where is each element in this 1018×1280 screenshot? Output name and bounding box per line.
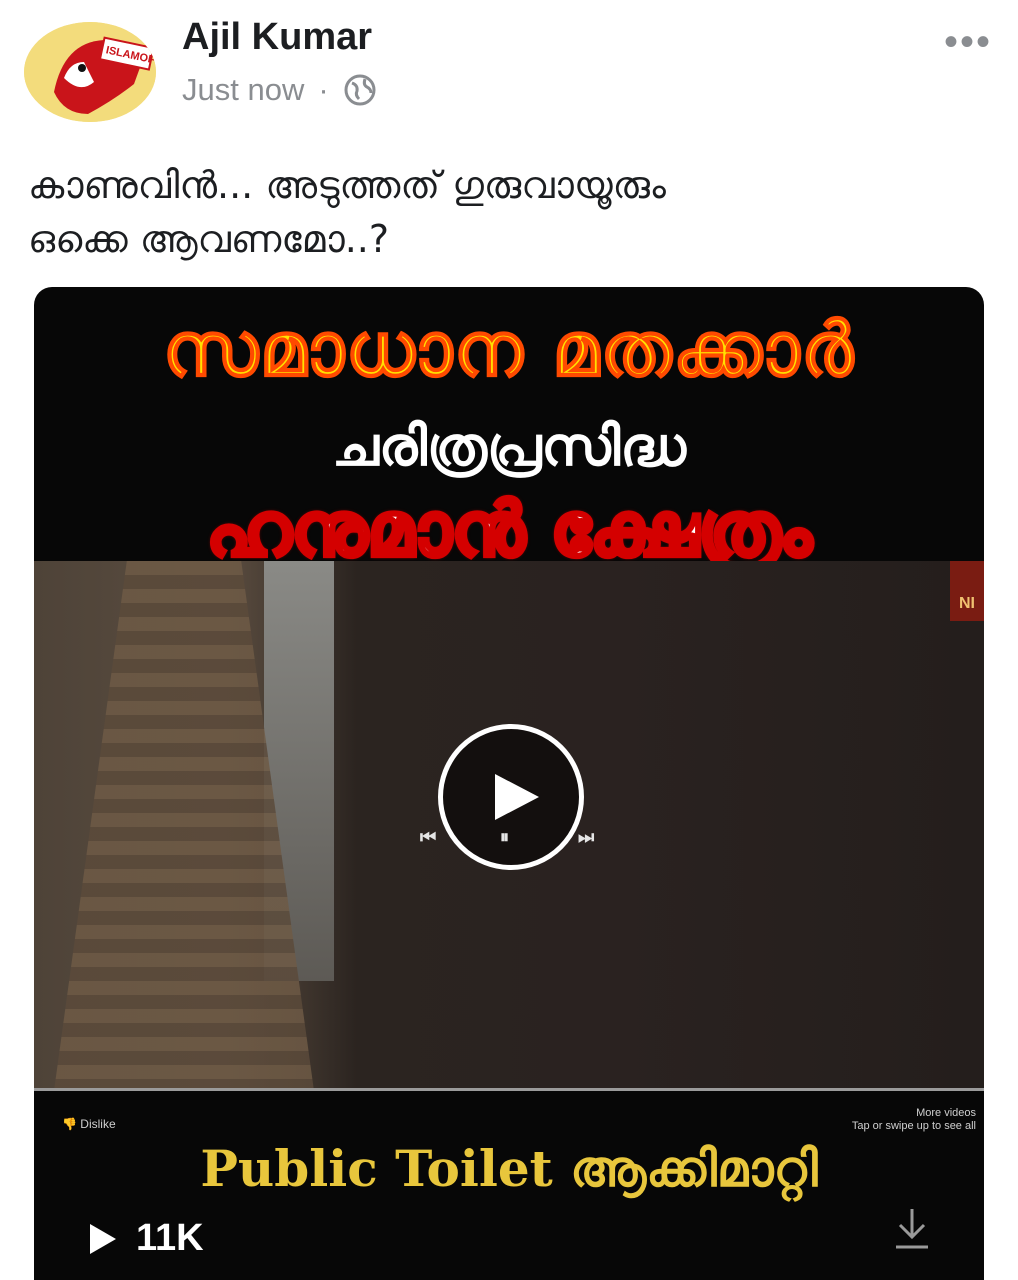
- video-progress-bar[interactable]: [34, 1088, 984, 1091]
- caption-line-2: ഒക്കെ ആവണമോ..?: [28, 217, 390, 261]
- view-count-value: 11K: [136, 1217, 204, 1259]
- play-count-icon: [90, 1223, 116, 1254]
- avatar-image: ISLAMOFO: [24, 22, 156, 122]
- caption-line-1: കാണുവിൻ... അടുത്തത് ഗുരുവായൂരും: [28, 163, 666, 207]
- avatar[interactable]: ISLAMOFO: [24, 22, 156, 122]
- previous-icon[interactable]: ⏮: [420, 827, 436, 848]
- post-meta: Just now ·: [182, 72, 377, 108]
- dislike-button: 👎 Dislike: [62, 1117, 116, 1131]
- video-headline-1: സമാധാന മതക്കാർ: [162, 306, 855, 394]
- channel-mark: NI: [950, 561, 984, 621]
- more-videos-hint: Tap or swipe up to see all: [851, 1120, 976, 1132]
- video-player[interactable]: സമാധാന മതക്കാർ ചരിത്രപ്രസിദ്ധ ഹനുമാൻ ക്ഷ…: [34, 287, 984, 1280]
- play-button[interactable]: [438, 724, 584, 870]
- meta-separator: ·: [318, 72, 329, 107]
- more-videos: More videos Tap or swipe up to see all: [852, 1107, 976, 1133]
- post-time[interactable]: Just now: [182, 72, 304, 108]
- video-bottom-text: Public Toilet ആക്കിമാറ്റി: [200, 1139, 818, 1198]
- dislike-label: Dislike: [80, 1117, 116, 1131]
- video-headline-2: ചരിത്രപ്രസിദ്ധ: [332, 415, 686, 478]
- author-name[interactable]: Ajil Kumar: [182, 16, 372, 59]
- pause-icon[interactable]: ⏸: [500, 827, 509, 848]
- download-icon[interactable]: [892, 1205, 932, 1251]
- globe-icon[interactable]: [343, 73, 377, 107]
- next-icon[interactable]: ⏭: [578, 827, 594, 848]
- play-icon: [495, 774, 539, 820]
- post-caption: കാണുവിൻ... അടുത്തത് ഗുരുവായൂരും ഒക്കെ ആവ…: [28, 158, 968, 266]
- more-videos-label: More videos: [916, 1107, 976, 1119]
- view-count: 11K: [88, 1217, 204, 1260]
- more-options-icon[interactable]: •••: [944, 22, 992, 62]
- dislike-icon: 👎: [62, 1117, 77, 1131]
